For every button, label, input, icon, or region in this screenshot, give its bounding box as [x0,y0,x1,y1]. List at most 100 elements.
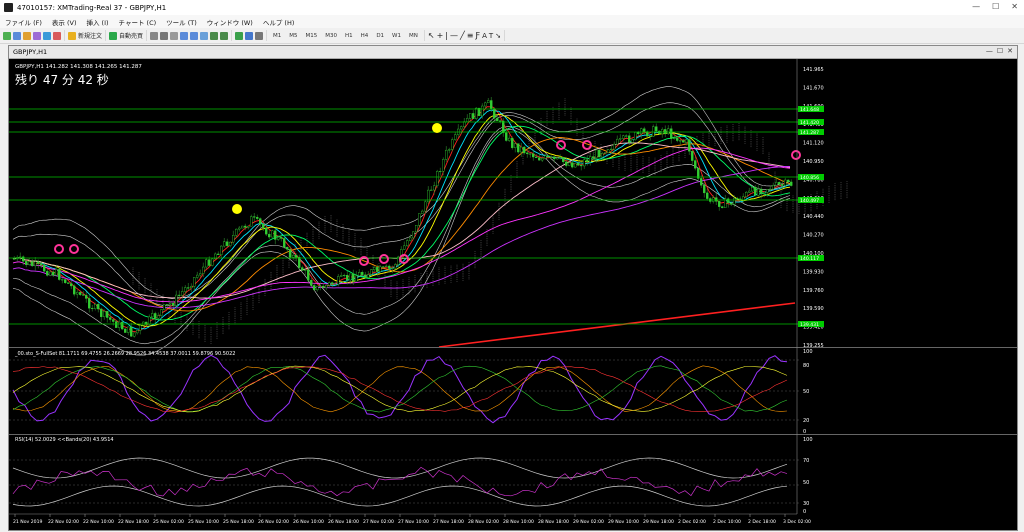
crosshair-icon[interactable]: + [437,31,444,40]
market-watch-icon[interactable] [23,31,31,40]
candle-body [180,291,184,296]
candle-body [361,272,364,276]
fibo-icon[interactable]: Ƒ [476,31,481,40]
menu-window[interactable]: ウィンドウ (W) [202,17,258,27]
candle-body [574,163,577,168]
minimize-button[interactable]: — [972,2,980,11]
menu-chart[interactable]: チャート (C) [114,17,162,27]
candle-body [439,170,442,172]
candle-body [544,155,547,159]
zoom-in-icon[interactable] [180,31,189,40]
chart-maximize-button[interactable]: ☐ [997,47,1003,55]
chart-window[interactable]: GBPJPY,H1 — ☐ ✕ 141.965141.670141.600141… [8,45,1018,531]
indicators-icon[interactable] [235,31,244,40]
new-order-button[interactable]: 新規注文 [65,30,107,41]
menu-insert[interactable]: 挿入 (I) [81,17,113,27]
chart-minimize-button[interactable]: — [986,47,993,55]
candle-body [240,225,244,229]
terminal-icon[interactable] [53,31,61,40]
candle-body [355,275,358,282]
candle-body [385,265,388,267]
time-axis-label: 2 Dec 18:00 [748,519,776,525]
auto-trade-button[interactable]: 自動売買 [106,30,148,41]
time-axis-label: 25 Nov 02:00 [153,519,184,525]
zoom-out-icon[interactable] [190,31,199,40]
chart-close-button[interactable]: ✕ [1007,47,1013,55]
horizontal-line-icon[interactable]: — [450,31,458,40]
chart-window-title: GBPJPY,H1 — ☐ ✕ [9,46,1017,59]
time-axis-label: 22 Nov 02:00 [48,519,79,525]
candle-body [370,269,373,275]
vertical-line-icon[interactable]: | [445,31,448,40]
chart-shift-icon[interactable] [220,31,229,40]
cursor-icon[interactable]: ↖ [428,31,435,40]
candle-body [222,241,226,247]
time-axis-label: 22 Nov 18:00 [118,519,149,525]
candle-body [216,253,220,256]
candle-body [553,156,556,160]
timeframe-group: M1 M5 M15 M30 H1 H4 D1 W1 MN [267,30,425,41]
menu-tools[interactable]: ツール (T) [161,17,202,27]
candle-body [189,286,193,289]
period-icon[interactable] [245,31,254,40]
timeframe-w1[interactable]: W1 [389,33,404,39]
candle-body [556,157,559,160]
arrows-icon[interactable]: ➘ [495,32,501,40]
new-chart-icon[interactable] [3,31,11,40]
time-axis-label: 25 Nov 10:00 [188,519,219,525]
price-chart-canvas[interactable]: 141.965141.670141.600141.450141.120140.9… [9,59,1017,530]
candle-body [12,258,16,260]
timeframe-m15[interactable]: M15 [303,33,321,39]
candle-chart-icon[interactable] [160,31,169,40]
candle-body [153,313,157,319]
candle-body [577,163,580,166]
candle-body [150,313,154,318]
toolbar: 新規注文 自動売買 M1 M5 M15 M30 H1 H4 D1 W1 MN ↖… [0,28,1024,44]
autoscroll-icon[interactable] [210,31,219,40]
menu-help[interactable]: ヘルプ (H) [258,17,300,27]
time-axis-label: 28 Nov 18:00 [538,519,569,525]
timeframe-m1[interactable]: M1 [270,33,284,39]
label-icon[interactable]: T [489,32,493,40]
candle-body [502,120,505,134]
chart-window-label: GBPJPY,H1 [13,48,48,56]
timeframe-m30[interactable]: M30 [322,33,340,39]
profiles-icon[interactable] [13,31,21,40]
line-chart-icon[interactable] [170,31,179,40]
maximize-button[interactable]: ☐ [992,2,999,11]
candle-body [159,309,163,316]
candle-body [475,107,478,119]
candle-body [277,237,280,240]
data-window-icon[interactable] [33,31,41,40]
candle-body [661,129,664,134]
candle-body [249,216,253,227]
timeframe-h1[interactable]: H1 [342,33,356,39]
timeframe-d1[interactable]: D1 [373,33,387,39]
candle-body [78,292,82,295]
navigator-icon[interactable] [43,31,51,40]
candle-body [406,240,409,247]
candle-body [547,155,550,158]
trendline-icon[interactable]: ╱ [460,31,465,40]
candle-body [274,230,277,240]
candle-body [70,283,73,287]
toolbar-group-drawing: ↖ + | — ╱ ≡ Ƒ A T ➘ [425,30,506,41]
close-button[interactable]: ✕ [1011,2,1018,11]
timeframe-mn[interactable]: MN [406,33,421,39]
candle-body [135,330,139,334]
candle-body [25,261,28,265]
text-icon[interactable]: A [482,32,487,40]
channel-icon[interactable]: ≡ [467,31,474,40]
candle-body [162,304,166,310]
bar-chart-icon[interactable] [150,31,159,40]
candle-body [706,192,709,199]
candle-body [358,272,361,277]
timeframe-h4[interactable]: H4 [358,33,372,39]
candle-body [505,132,508,141]
menu-bar: ファイル (F) 表示 (V) 挿入 (I) チャート (C) ツール (T) … [0,15,1024,29]
templates-icon[interactable] [255,31,264,40]
menu-view[interactable]: 表示 (V) [47,17,82,27]
menu-file[interactable]: ファイル (F) [0,17,47,27]
timeframe-m5[interactable]: M5 [286,33,300,39]
tile-windows-icon[interactable] [200,31,209,40]
